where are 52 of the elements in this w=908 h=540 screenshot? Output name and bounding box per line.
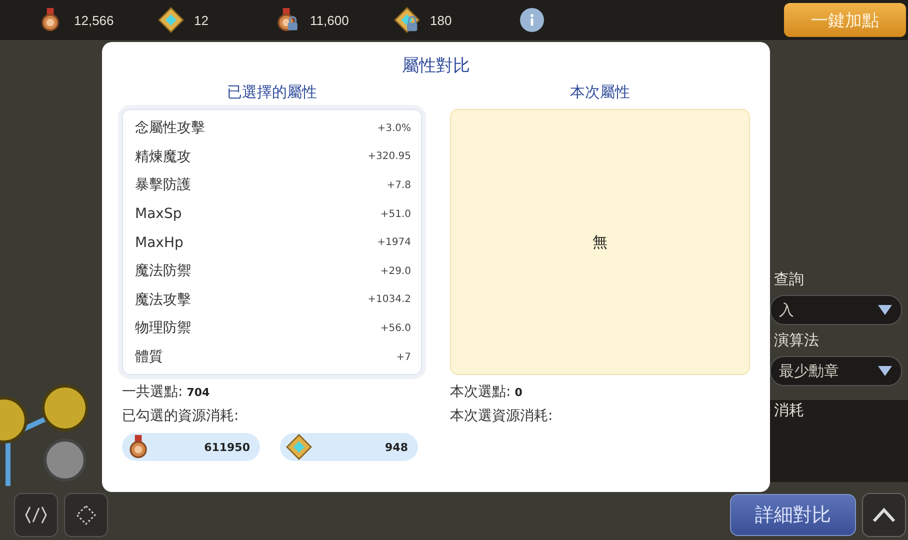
algorithm-dropdown[interactable]: 最少勳章 [770,356,902,386]
attribute-name: 體質 [135,348,163,366]
attribute-value: +56.0 [380,322,411,334]
crystal-icon [158,7,184,33]
empty-text: 無 [592,232,608,252]
resource-count: 12 [194,12,208,28]
toolbar-button[interactable] [64,493,108,537]
medal-lock-icon [276,7,300,33]
attribute-name: 物理防禦 [135,319,191,338]
resource-count: 11,600 [310,12,349,28]
dotted-diamond-icon [74,503,98,527]
search-dropdown[interactable]: 入 [770,295,902,325]
column-heading: 已選擇的屬性 [226,83,318,103]
expand-up-button[interactable] [862,493,906,537]
attribute-value: +7.8 [386,180,411,191]
attribute-value: +1034.2 [368,294,411,306]
info-icon[interactable] [520,8,544,32]
points-value: 704 [186,386,210,399]
algorithm-label: 演算法 [773,331,820,350]
dialog-title: 屬性對比 [401,55,471,77]
cost-label: 已勾選的資源消耗: [121,407,240,425]
attribute-value: +3.0% [377,122,411,134]
attribute-name: 精煉魔攻 [135,148,191,166]
attribute-name: 魔法防禦 [135,262,191,280]
attribute-name: MaxSp [135,206,182,222]
points-label: 本次選點: [450,383,511,401]
attribute-value: +51.0 [380,208,411,220]
dropdown-arrow-icon [877,304,893,316]
attribute-name: 念屬性攻擊 [135,119,205,138]
crystal-lock-icon [394,7,420,33]
detail-compare-button[interactable]: 詳細對比 [730,494,856,536]
column-heading: 本次屬性 [569,83,631,103]
toolbar-button[interactable] [14,493,58,537]
dropdown-arrow-icon [877,365,893,377]
cost-label: 消耗 [773,401,804,419]
attribute-value: +1974 [377,237,411,248]
attribute-name: 暴擊防護 [135,176,191,194]
attribute-name: MaxHp [135,234,184,251]
chevron-up-icon [872,507,896,523]
attribute-name: 魔法攻擊 [135,290,191,309]
cost-pill: 611950 [122,433,260,461]
attribute-value: +29.0 [380,266,411,277]
crystal-icon [286,434,312,460]
attribute-value: +320.95 [368,151,411,162]
resource-count: 180 [430,12,452,28]
cost-pill: 948 [280,433,418,461]
points-label: 一共選點: [122,383,183,401]
attribute-value: +7 [396,352,411,363]
search-label: 查詢 [773,270,805,289]
cost-label: 本次選資源消耗: [449,407,554,425]
points-value: 0 [514,386,522,399]
resource-count: 12,566 [74,12,114,28]
